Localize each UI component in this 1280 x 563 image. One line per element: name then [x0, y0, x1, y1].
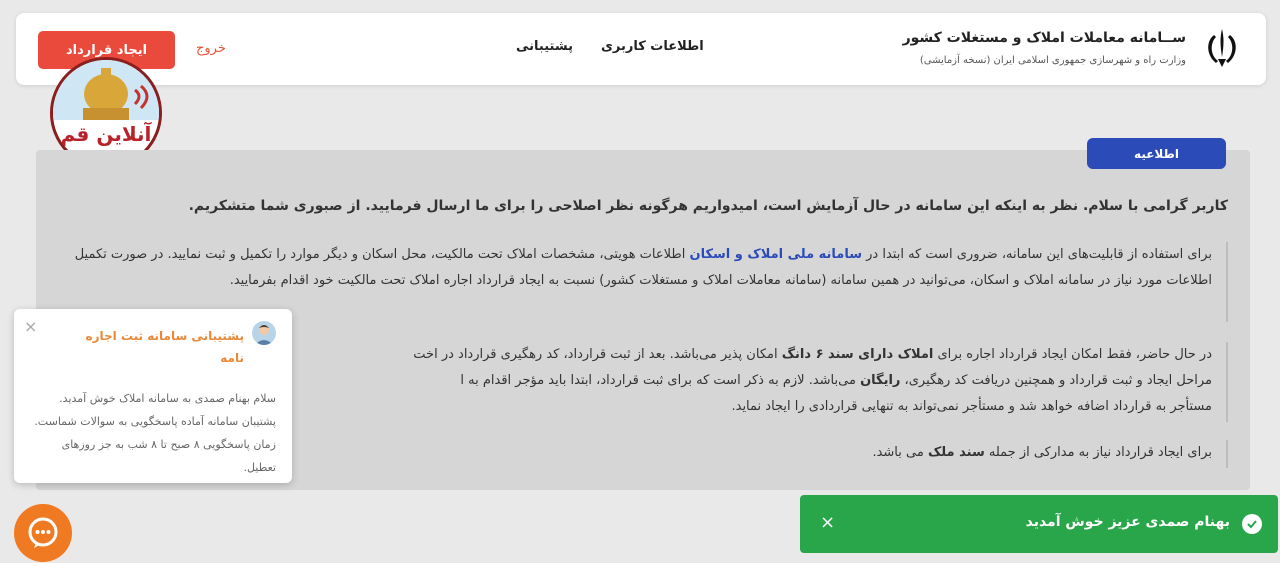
toast-message: بهنام صمدی عزیز خوش آمدید: [1025, 514, 1230, 530]
notice-text: در حال حاضر، فقط امکان ایجاد قرارداد اجا…: [933, 347, 1213, 362]
user-icon: [255, 325, 273, 345]
nav-support[interactable]: پشتیبانی: [516, 39, 573, 54]
notice-greeting: کاربر گرامی با سلام. نظر به اینکه این سا…: [188, 198, 1228, 214]
notice-text: مراحل ایجاد و ثبت قرارداد و همچنین دریاف…: [900, 373, 1212, 388]
iran-emblem-icon: [1208, 29, 1236, 67]
support-popup: پشتیبانی سامانه ثبت اجاره نامه × سلام به…: [14, 309, 292, 483]
brand-title: ســامانه معاملات املاک و مستغلات کشور: [902, 30, 1186, 46]
notice-bold: رایگان: [860, 373, 901, 388]
notice-text: می باشد.: [872, 445, 928, 460]
notice-bold: املاک دارای سند ۶ دانگ: [781, 347, 934, 362]
channel-logo-text: آنلاین قم: [60, 122, 152, 146]
support-message: سلام بهنام صمدی به سامانه املاک خوش آمدی…: [34, 392, 276, 474]
chat-button[interactable]: [14, 504, 72, 562]
notice-line: مستأجر به قرارداد اضافه خواهد شد و مستأج…: [298, 394, 1212, 420]
main-nav: اطلاعات کاربری پشتیبانی: [516, 39, 704, 54]
brand-subtitle: وزارت راه و شهرسازی جمهوری اسلامی ایران …: [919, 55, 1186, 66]
nav-user-info[interactable]: اطلاعات کاربری: [601, 39, 704, 54]
close-icon[interactable]: ×: [820, 512, 835, 533]
national-housing-system-link[interactable]: سامانه ملی املاک و اسکان: [689, 247, 862, 262]
welcome-toast: بهنام صمدی عزیز خوش آمدید ×: [800, 495, 1278, 553]
notice-line: در حال حاضر، فقط امکان ایجاد قرارداد اجا…: [298, 342, 1212, 368]
notice-bold: سند ملک: [927, 445, 985, 460]
notice-text: برای ایجاد قرارداد نیاز به مدارکی از جمل…: [984, 445, 1212, 460]
notice-paragraph-3: برای ایجاد قرارداد نیاز به مدارکی از جمل…: [808, 440, 1228, 468]
close-icon[interactable]: ×: [24, 317, 37, 336]
chat-bubble-icon: [28, 517, 58, 548]
notice-paragraph-2: در حال حاضر، فقط امکان ایجاد قرارداد اجا…: [298, 342, 1228, 422]
support-avatar: [252, 321, 276, 345]
notice-text: امکان پذیر می‌باشد. بعد از ثبت قرارداد، …: [413, 347, 782, 362]
logout-link[interactable]: خروج: [196, 41, 226, 56]
tab-notice[interactable]: اطلاعیه: [1087, 138, 1226, 169]
top-header: ســامانه معاملات املاک و مستغلات کشور وز…: [16, 13, 1266, 85]
notice-text: مستأجر به قرارداد اضافه خواهد شد و مستأج…: [731, 399, 1212, 414]
notice-text: برای استفاده از قابلیت‌های این سامانه، ض…: [862, 247, 1212, 262]
notice-line: مراحل ایجاد و ثبت قرارداد و همچنین دریاف…: [298, 368, 1212, 394]
support-title: پشتیبانی سامانه ثبت اجاره نامه: [85, 329, 245, 365]
notice-text: می‌باشد. لازم به ذکر است که برای ثبت قرا…: [460, 373, 861, 388]
check-circle-icon: [1242, 514, 1262, 534]
